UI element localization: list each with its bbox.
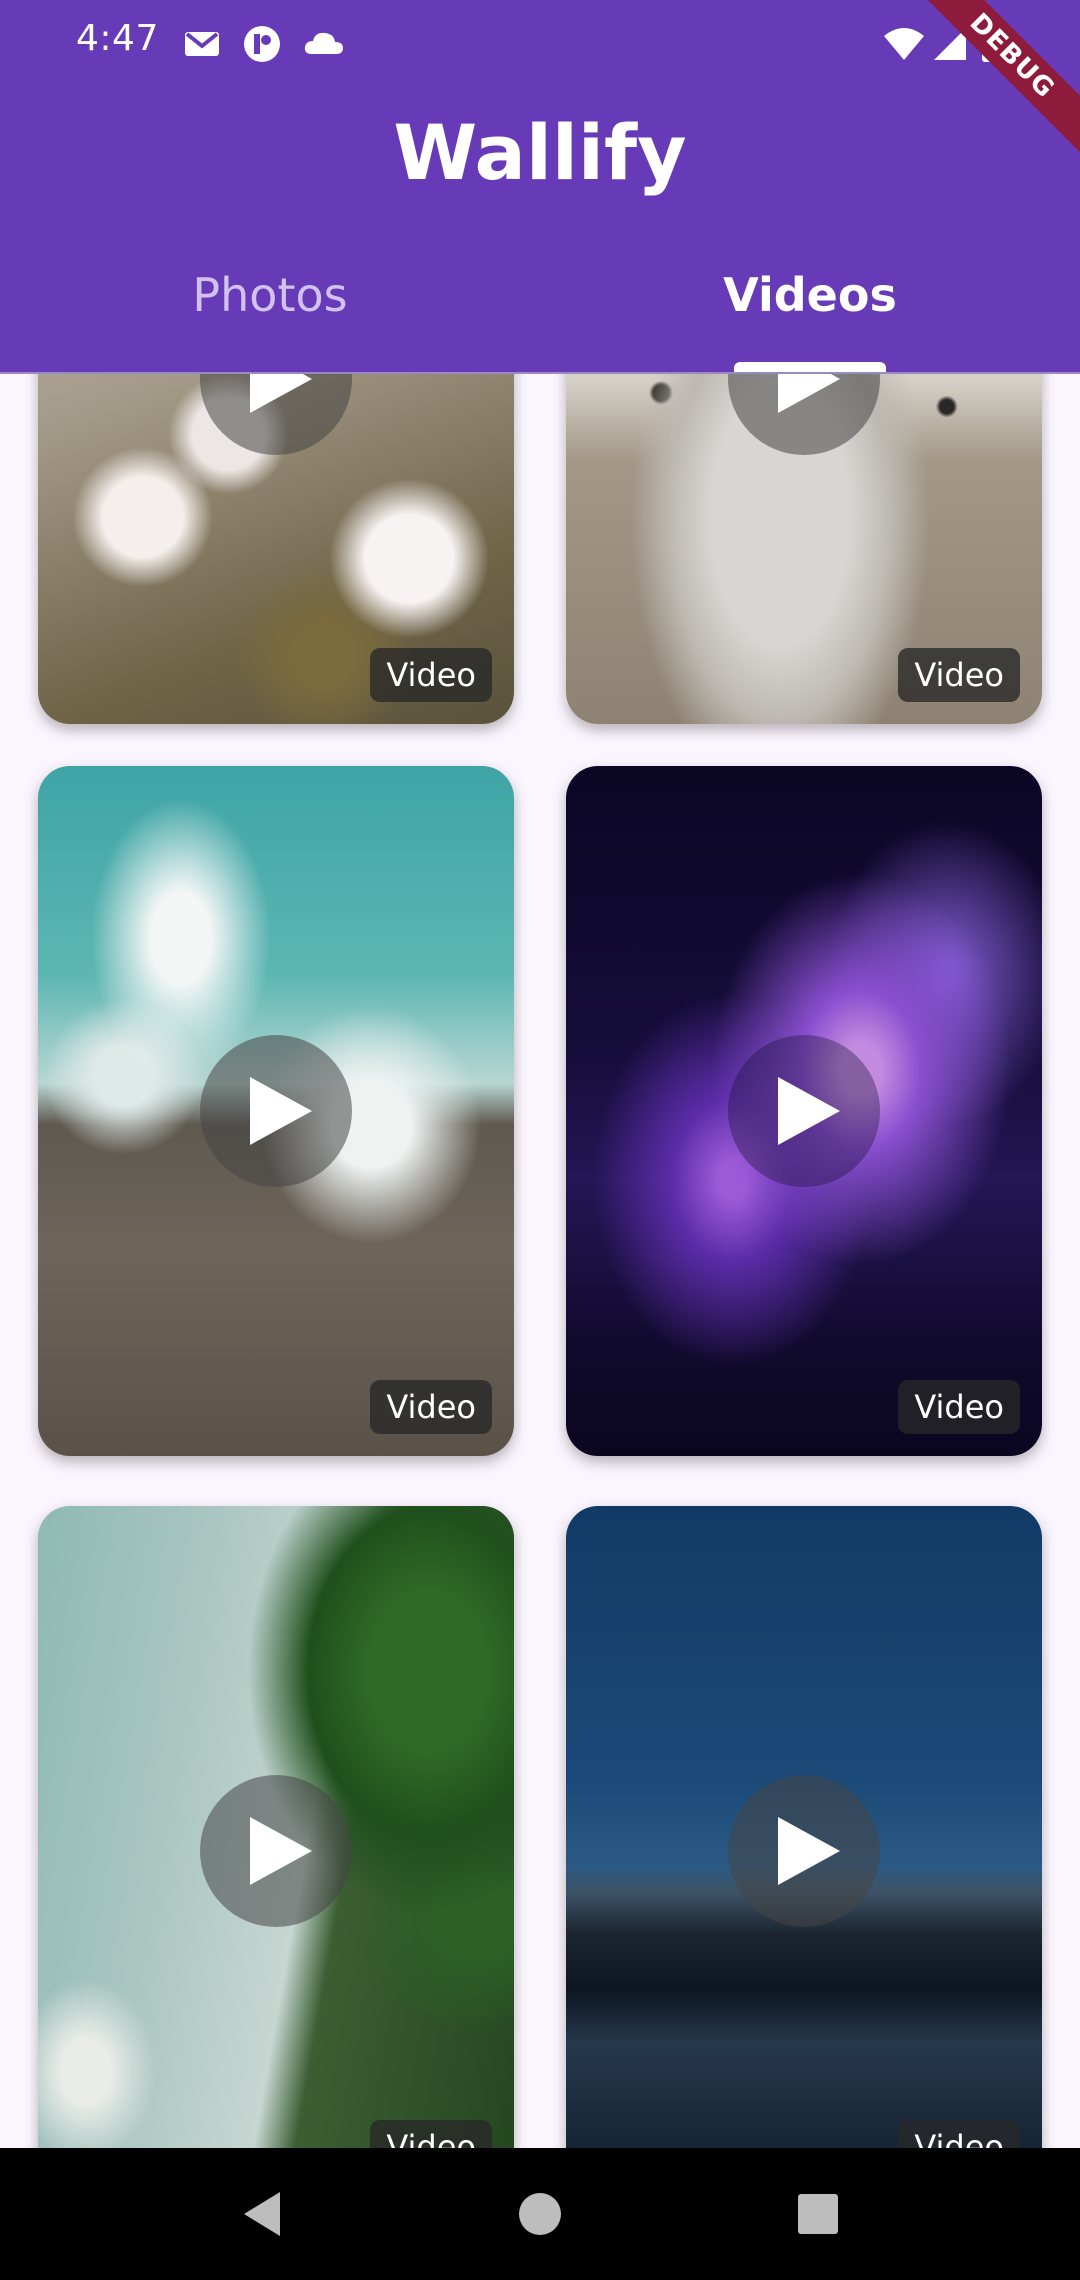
- video-badge: Video: [898, 1380, 1020, 1434]
- video-badge: Video: [370, 2120, 492, 2148]
- video-card[interactable]: Video: [566, 374, 1042, 724]
- recents-icon[interactable]: [788, 2184, 848, 2244]
- play-button[interactable]: [728, 1035, 880, 1187]
- video-badge: Video: [898, 2120, 1020, 2148]
- app-notification-icon: [242, 24, 282, 64]
- play-button[interactable]: [200, 1035, 352, 1187]
- app-bar: 4:47 DEBUG Wallify Photos Videos: [0, 0, 1080, 374]
- gmail-icon: [182, 24, 222, 64]
- video-card[interactable]: Video: [38, 1506, 514, 2148]
- video-badge: Video: [898, 648, 1020, 702]
- video-card[interactable]: Video: [566, 1506, 1042, 2148]
- tab-videos[interactable]: Videos: [540, 268, 1080, 322]
- status-bar: 4:47: [0, 0, 1080, 90]
- status-time: 4:47: [76, 18, 159, 59]
- app-title: Wallify: [393, 108, 687, 197]
- play-button[interactable]: [200, 1775, 352, 1927]
- cloud-icon: [302, 24, 343, 64]
- tab-photos[interactable]: Photos: [0, 268, 540, 322]
- video-card[interactable]: Video: [38, 374, 514, 724]
- video-grid: Video Video Video Video Video Video: [0, 374, 1080, 2148]
- play-button[interactable]: [728, 1775, 880, 1927]
- video-card[interactable]: Video: [566, 766, 1042, 1456]
- system-navigation-bar: [0, 2148, 1080, 2280]
- tab-indicator: [734, 362, 886, 372]
- back-icon[interactable]: [236, 2184, 296, 2244]
- video-badge: Video: [370, 648, 492, 702]
- video-badge: Video: [370, 1380, 492, 1434]
- home-icon[interactable]: [510, 2184, 570, 2244]
- wifi-icon: [882, 24, 924, 64]
- video-card[interactable]: Video: [38, 766, 514, 1456]
